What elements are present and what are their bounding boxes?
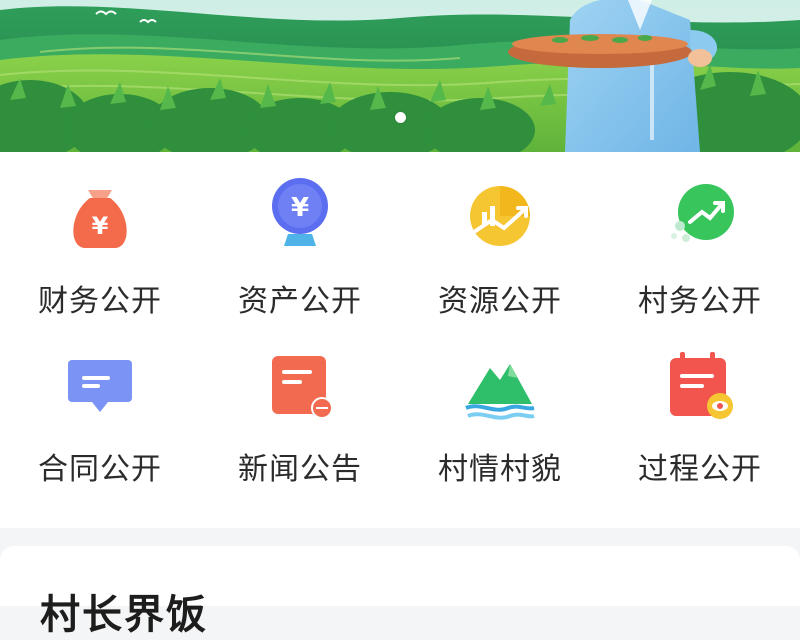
- service-menu-grid: ¥ 财务公开 ¥ 资产公开 资源公开 村务公开 合同公开 新闻公告 村情村貌 过…: [0, 152, 800, 528]
- menu-item-label: 过程公开: [638, 452, 762, 487]
- menu-item-label: 财务公开: [38, 284, 162, 319]
- menu-item-label: 合同公开: [38, 452, 162, 487]
- money-bag-icon: ¥: [60, 176, 140, 256]
- trend-up-icon: [660, 176, 740, 256]
- menu-item-label: 村务公开: [638, 284, 762, 319]
- svg-text:¥: ¥: [291, 193, 309, 223]
- menu-item-process[interactable]: 过程公开: [600, 328, 800, 504]
- menu-item-resources[interactable]: 资源公开: [400, 152, 600, 328]
- menu-item-news[interactable]: 新闻公告: [200, 328, 400, 504]
- menu-item-village-affairs[interactable]: 村务公开: [600, 152, 800, 328]
- menu-item-contracts[interactable]: 合同公开: [0, 328, 200, 504]
- growth-chart-icon: [460, 176, 540, 256]
- coin-stand-icon: ¥: [260, 176, 340, 256]
- menu-item-finance[interactable]: ¥ 财务公开: [0, 152, 200, 328]
- banner-carousel[interactable]: [0, 0, 800, 152]
- mountain-icon: [460, 346, 540, 426]
- menu-item-label: 新闻公告: [238, 452, 362, 487]
- banner-image: [0, 0, 800, 152]
- carousel-dot-active[interactable]: [394, 112, 406, 123]
- menu-item-label: 村情村貌: [438, 452, 562, 487]
- contract-board-icon: [60, 346, 140, 426]
- section-title: 村长界饭: [40, 592, 208, 638]
- svg-text:¥: ¥: [92, 212, 109, 240]
- menu-item-village-scenery[interactable]: 村情村貌: [400, 328, 600, 504]
- section-card: 村长界饭: [0, 546, 800, 638]
- calendar-eye-icon: [660, 346, 740, 426]
- carousel-indicator[interactable]: [0, 112, 800, 126]
- menu-item-assets[interactable]: ¥ 资产公开: [200, 152, 400, 328]
- news-icon: [260, 346, 340, 426]
- menu-item-label: 资源公开: [438, 284, 562, 319]
- menu-item-label: 资产公开: [238, 284, 362, 319]
- service-menu-panel: ¥ 财务公开 ¥ 资产公开 资源公开 村务公开 合同公开 新闻公告 村情村貌 过…: [0, 152, 800, 528]
